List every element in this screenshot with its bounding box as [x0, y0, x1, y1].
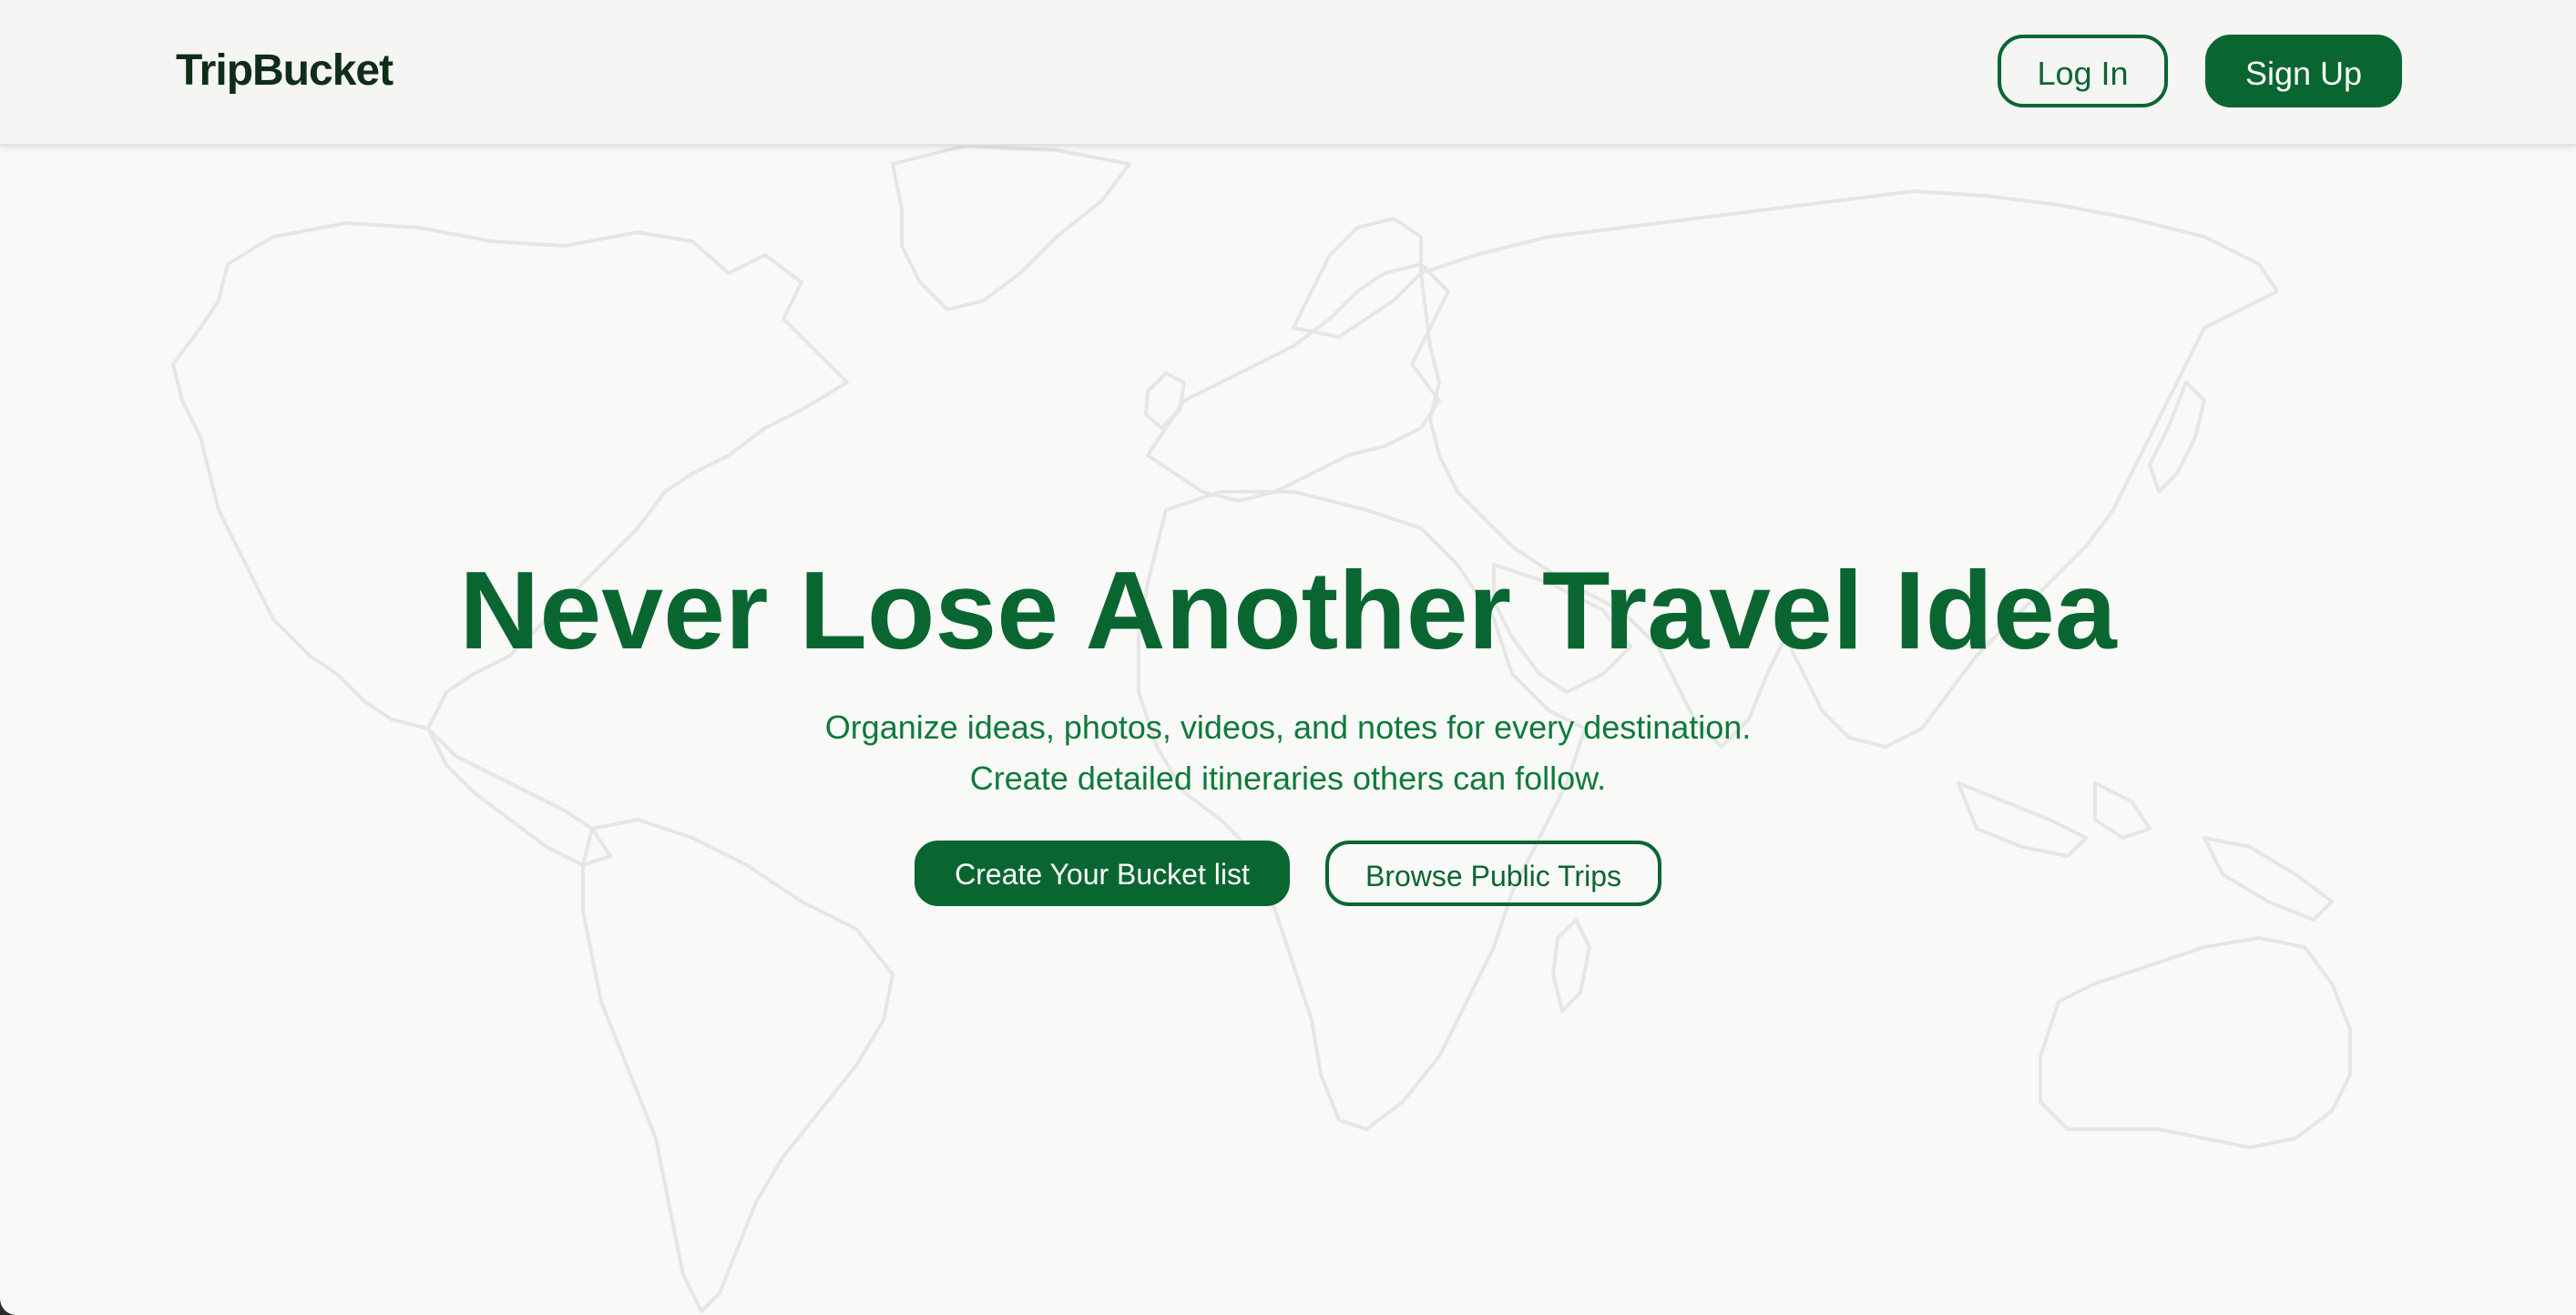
create-bucket-list-button[interactable]: Create Your Bucket list [915, 841, 1290, 906]
hero-title: Never Lose Another Travel Idea [459, 548, 2117, 672]
top-navbar: TripBucket Log In Sign Up [0, 0, 2576, 146]
landing-page: TripBucket Log In Sign Up Never Lose Ano… [0, 0, 2576, 1315]
login-button[interactable]: Log In [1998, 35, 2168, 107]
hero-subtitle-line-2: Create detailed itineraries others can f… [969, 759, 1607, 797]
browse-public-trips-button[interactable]: Browse Public Trips [1325, 841, 1661, 906]
hero-subtitle-line-1: Organize ideas, photos, videos, and note… [824, 708, 1752, 746]
site-logo[interactable]: TripBucket [176, 44, 394, 98]
signup-button[interactable]: Sign Up [2205, 35, 2402, 107]
